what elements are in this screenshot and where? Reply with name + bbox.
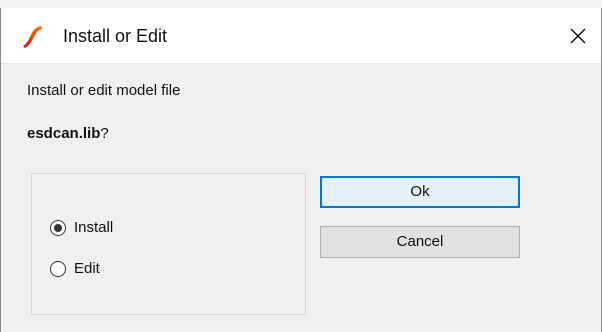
install-label: Install	[74, 219, 114, 236]
screen: Install or Edit Install or edit model fi…	[0, 0, 602, 332]
edit-option[interactable]: Edit	[50, 260, 100, 278]
dialog-title: Install or Edit	[63, 26, 168, 46]
prompt-text: Install or edit model file	[27, 82, 181, 99]
filename-question: esdcan.lib?	[27, 125, 109, 143]
cancel-button[interactable]: Cancel	[320, 226, 520, 258]
model-filename: esdcan.lib	[27, 125, 101, 142]
question-mark: ?	[100, 125, 109, 142]
ok-button[interactable]: Ok	[320, 176, 520, 208]
edit-label: Edit	[74, 260, 100, 277]
install-radio[interactable]	[50, 220, 66, 236]
dialog-titlebar: Install or Edit	[1, 8, 601, 64]
install-option[interactable]: Install	[50, 219, 113, 237]
app-icon	[21, 24, 43, 48]
close-button[interactable]	[555, 8, 601, 64]
edit-radio[interactable]	[50, 261, 66, 277]
close-icon	[570, 28, 586, 44]
action-groupbox	[31, 173, 306, 315]
background-strip	[0, 0, 602, 8]
